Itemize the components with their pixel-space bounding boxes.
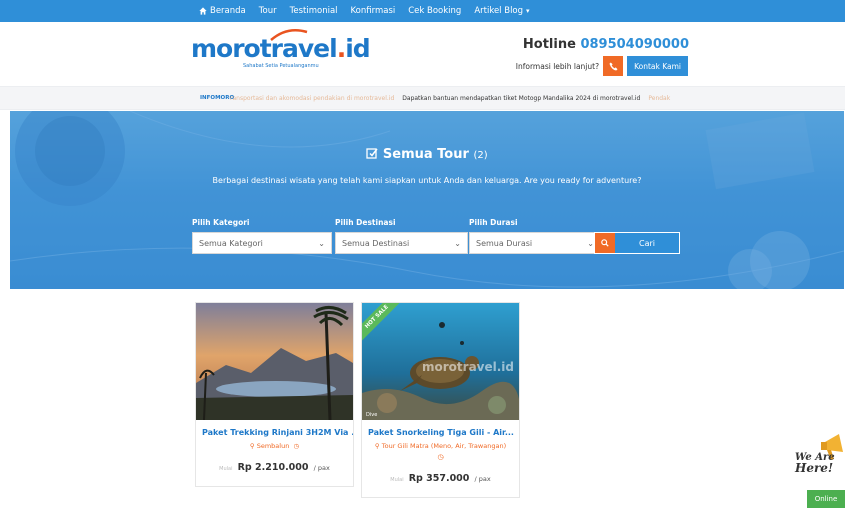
chevron-down-icon: ⌄ (318, 238, 325, 248)
contact-button[interactable]: Kontak Kami (627, 56, 688, 76)
tour-location: ⚲ Tour Gili Matra (Meno, Air, Trawangan) (374, 442, 507, 450)
tour-image[interactable]: HOT SALE morotravel.id Dive (362, 303, 519, 420)
search-icon (601, 239, 609, 247)
duration-select[interactable]: Semua Durasi ⌄ (469, 232, 601, 254)
logo-swoosh-icon (270, 29, 308, 41)
tour-title[interactable]: Paket Trekking Rinjani 3H2M Via ... (196, 428, 353, 437)
search-button[interactable]: Cari (594, 232, 680, 254)
map-pin-icon: ⚲ (249, 442, 255, 450)
tour-title[interactable]: Paket Snorkeling Tiga Gili - Air... (362, 428, 519, 437)
duration-label: Pilih Durasi (469, 218, 518, 227)
top-navbar: Beranda Tour Testimonial Konfirmasi Cek … (0, 0, 845, 22)
tour-card[interactable]: Paket Trekking Rinjani 3H2M Via ... ⚲ Se… (195, 302, 354, 487)
category-label: Pilih Kategori (192, 218, 250, 227)
hotline-number[interactable]: 089504090000 (580, 37, 689, 52)
mountain-photo (196, 303, 353, 420)
logo-dot: . (336, 34, 346, 63)
hero-subtitle: Berbagai destinasi wisata yang telah kam… (212, 176, 642, 185)
chevron-down-icon: ⌄ (454, 238, 461, 248)
logo-tagline: Sahabat Setia Petualanganmu (243, 63, 319, 69)
info-text: Informasi lebih lanjut? (515, 61, 600, 71)
tour-location: ⚲ Sembalun ◷ (249, 442, 300, 450)
map-pin-icon: ⚲ (374, 442, 380, 450)
tour-image[interactable] (196, 303, 353, 420)
hotline: Hotline 089504090000 (522, 37, 689, 52)
chevron-down-icon: ⌄ (587, 238, 594, 248)
edit-icon (366, 148, 378, 159)
ticker-item[interactable]: Dapatkan bantuan mendapatkan tiket Motog… (402, 95, 640, 102)
nav-artikel-blog[interactable]: Artikel Blog ▾ (474, 6, 529, 16)
tour-price: Mulai Rp 357.000 / pax (390, 473, 491, 484)
nav-tour[interactable]: Tour (259, 6, 277, 16)
phone-icon (609, 61, 618, 71)
tour-price: Mulai Rp 2.210.000 / pax (219, 462, 330, 473)
destination-label: Pilih Destinasi (335, 218, 396, 227)
logo-id: id (345, 34, 370, 63)
logo-moro: moro (191, 34, 261, 63)
category-select[interactable]: Semua Kategori ⌄ (192, 232, 332, 254)
site-header: morotravel.id Sahabat Setia Petualanganm… (0, 22, 845, 86)
news-ticker: INFOMORO ransportasi dan akomodasi penda… (0, 86, 845, 110)
image-caption: Dive (366, 412, 378, 418)
tour-card[interactable]: HOT SALE morotravel.id Dive Paket Snorke… (361, 302, 520, 498)
ticker-item[interactable]: ransportasi dan akomodasi pendakian di m… (230, 95, 394, 102)
phone-button[interactable] (603, 56, 624, 76)
image-watermark: morotravel.id (422, 360, 514, 374)
clock-icon: ◷ (437, 453, 444, 461)
clock-icon: ◷ (293, 442, 300, 450)
home-icon (199, 7, 207, 15)
destination-select[interactable]: Semua Destinasi ⌄ (335, 232, 468, 254)
chevron-down-icon: ▾ (526, 7, 530, 15)
hero-search-banner: Semua Tour (2) Berbagai destinasi wisata… (10, 111, 844, 289)
nav-testimonial[interactable]: Testimonial (290, 6, 338, 16)
contact-row: Informasi lebih lanjut? Kontak Kami (516, 56, 688, 76)
online-status-button[interactable]: Online (807, 490, 845, 508)
page-title: Semua Tour (2) (10, 147, 844, 162)
nav-home[interactable]: Beranda (199, 6, 246, 16)
nav-cek-booking[interactable]: Cek Booking (408, 6, 461, 16)
widget-line-2: Here! (795, 461, 834, 475)
tour-count: (2) (473, 150, 488, 161)
nav-konfirmasi[interactable]: Konfirmasi (351, 6, 396, 16)
ticker-item[interactable]: Pendak (648, 95, 670, 102)
logo[interactable]: morotravel.id Sahabat Setia Petualanganm… (191, 29, 371, 69)
